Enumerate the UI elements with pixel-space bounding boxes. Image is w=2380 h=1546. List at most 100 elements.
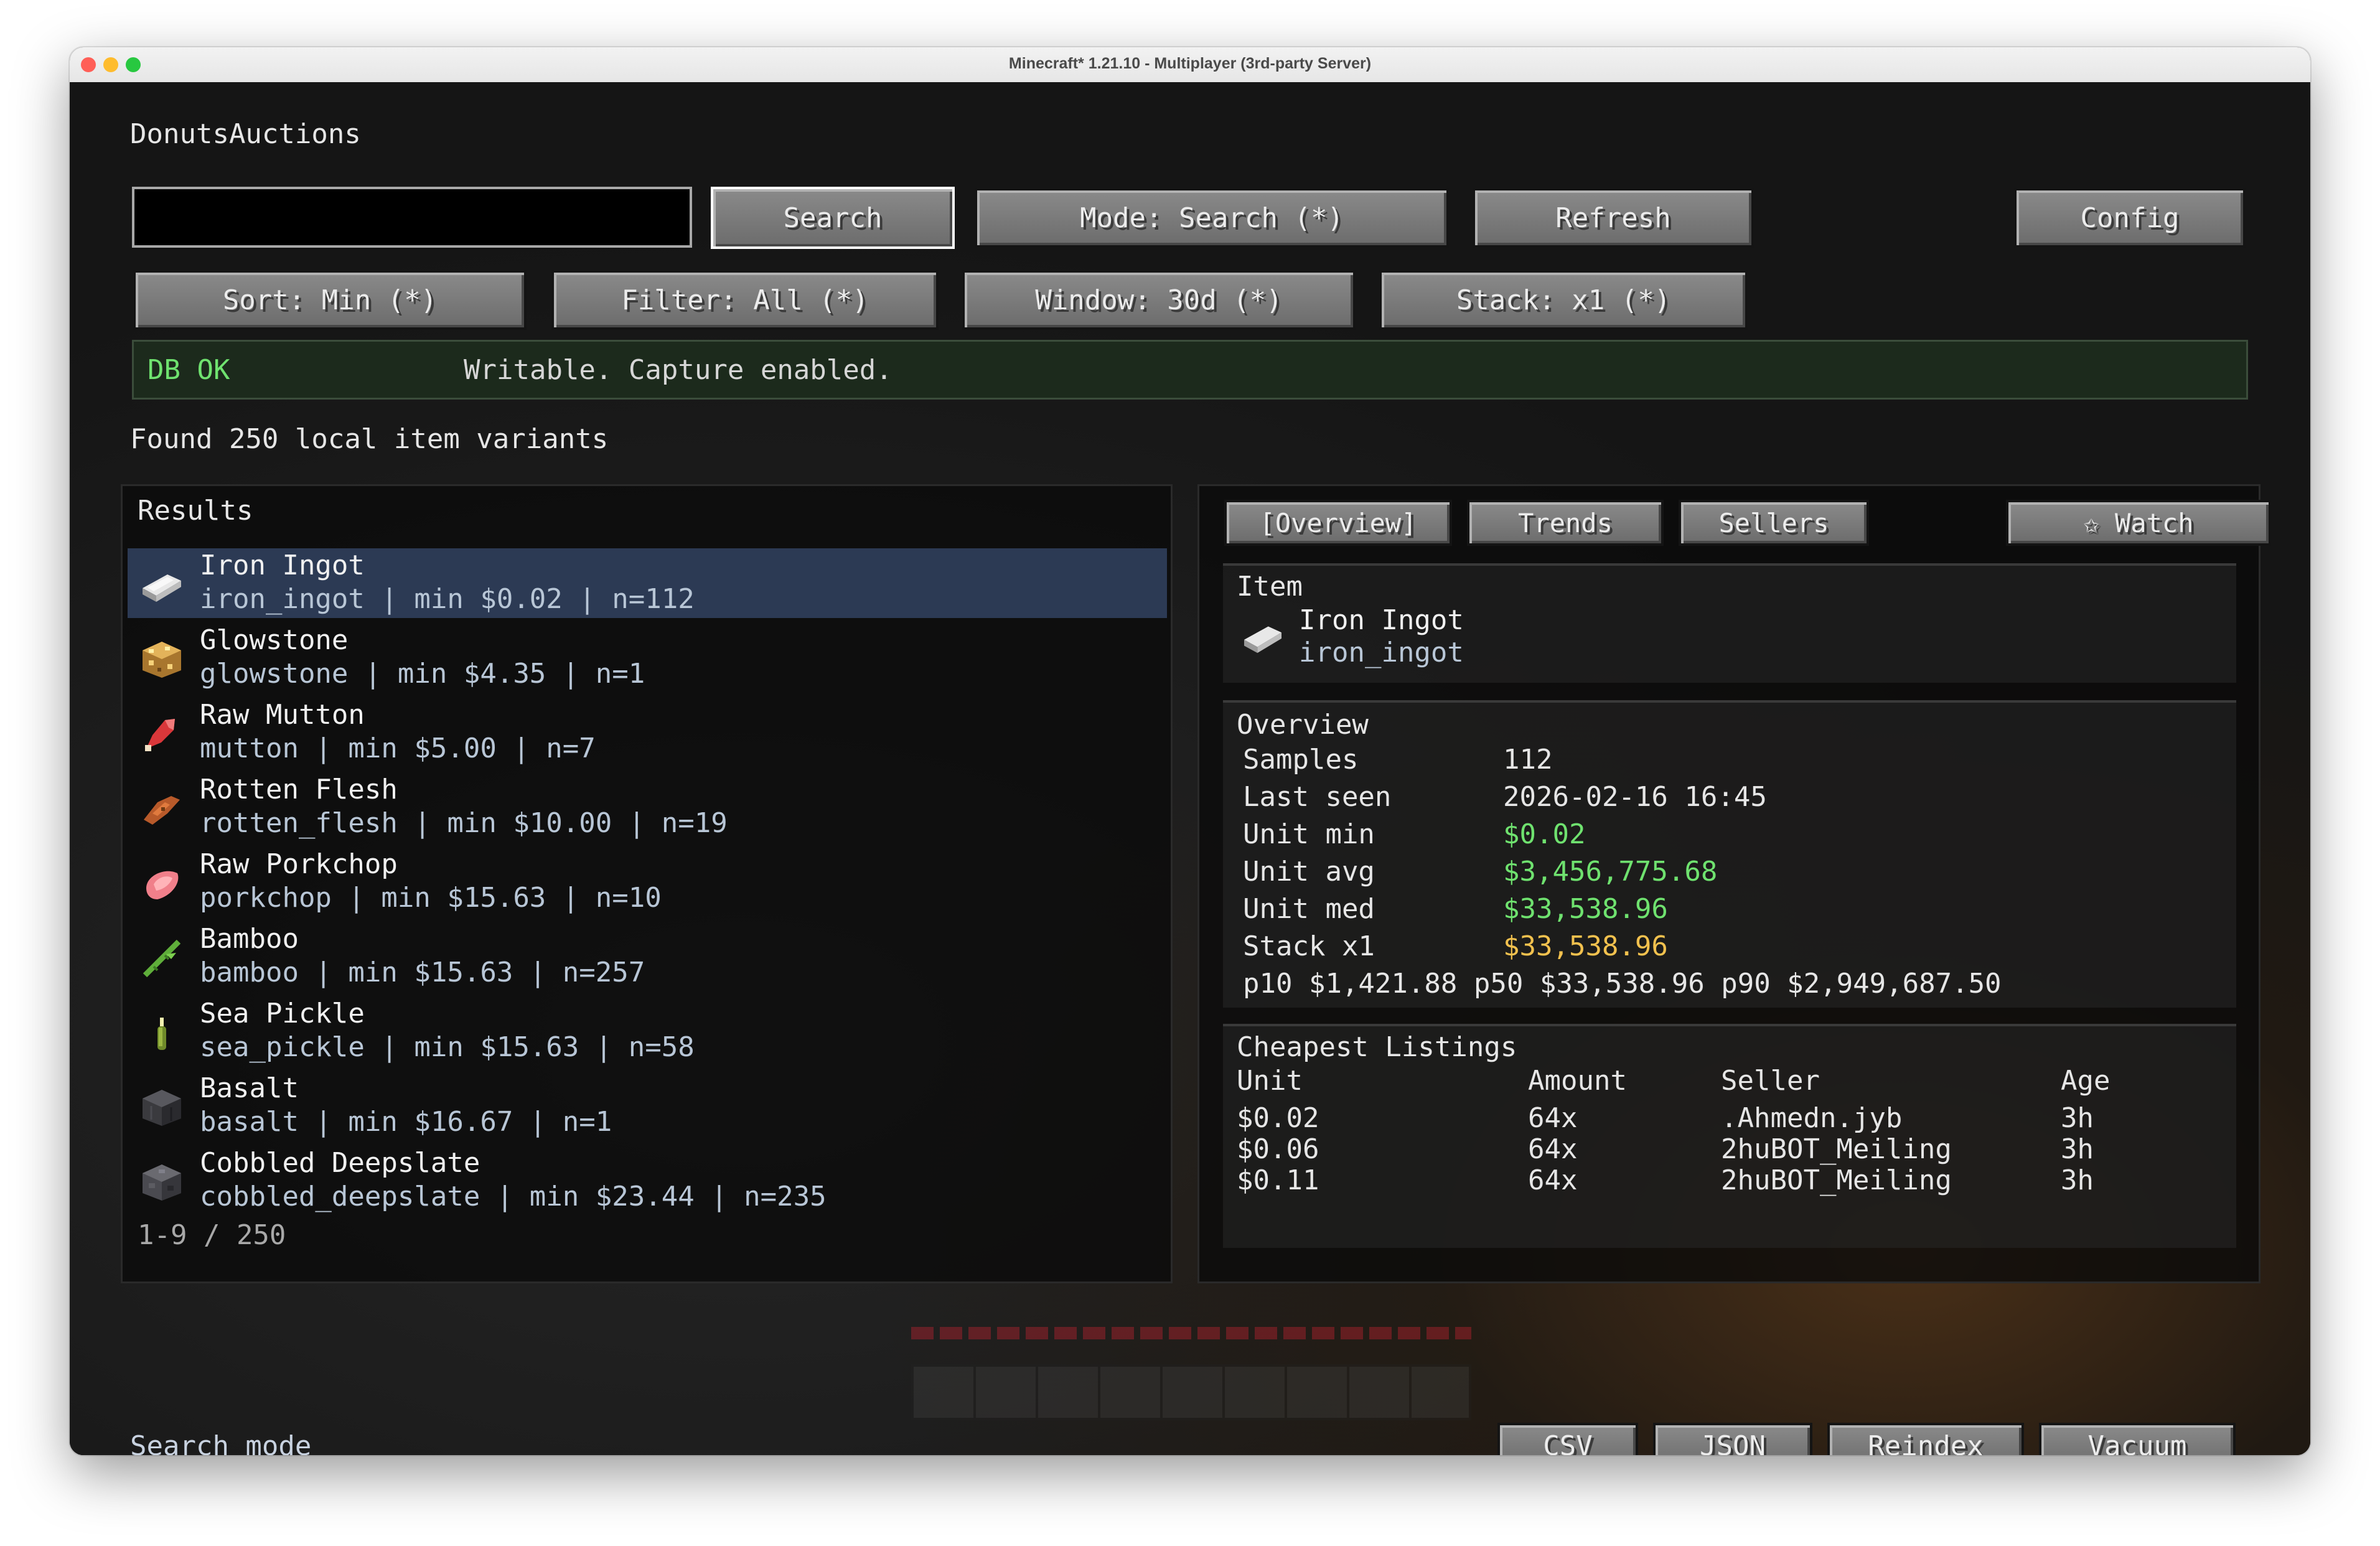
col-header-unit: Unit (1237, 1065, 1303, 1097)
iron-ingot-icon (1244, 626, 1282, 654)
iron-ingot-icon (143, 574, 181, 602)
csv-export-button[interactable]: CSV (1497, 1423, 1638, 1455)
reindex-button[interactable]: Reindex (1827, 1423, 2024, 1455)
game-view: DonutsAuctions Search Mode: Search (*) R… (70, 82, 2310, 1455)
listings-section: Cheapest Listings Unit Amount Seller Age… (1223, 1024, 2236, 1248)
listing-age: 3h (2061, 1102, 2094, 1134)
list-item[interactable]: Basalt basalt | min $16.67 | n=1 (128, 1071, 1167, 1141)
listing-seller: 2huBOT_Meiling (1721, 1164, 1952, 1196)
search-input[interactable] (132, 187, 692, 248)
listing-seller: .Ahmedn.jyb (1721, 1102, 1903, 1134)
watch-button[interactable]: ✩ Watch (2006, 500, 2271, 546)
item-summary: iron_ingot | min $0.02 | n=112 (200, 583, 695, 615)
list-item[interactable]: Raw Mutton mutton | min $5.00 | n=7 (128, 698, 1167, 767)
list-item[interactable]: Rotten Flesh rotten_flesh | min $10.00 |… (128, 772, 1167, 842)
results-count: Found 250 local item variants (130, 423, 609, 455)
bamboo-icon (143, 939, 181, 978)
pagination-label: 1-9 / 250 (138, 1219, 286, 1251)
unit-avg-label: Unit avg (1243, 856, 1375, 888)
cobbled-deepslate-icon (143, 1164, 181, 1201)
item-name: Glowstone (200, 624, 349, 656)
page-title: DonutsAuctions (130, 118, 361, 150)
samples-value: 112 (1503, 744, 1553, 775)
stack-label: Stack x1 (1243, 930, 1375, 962)
listings-heading: Cheapest Listings (1237, 1031, 1517, 1063)
last-seen-label: Last seen (1243, 781, 1392, 813)
listing-unit: $0.02 (1237, 1102, 1319, 1134)
mode-button[interactable]: Mode: Search (*) (975, 188, 1449, 248)
config-button[interactable]: Config (2014, 188, 2246, 248)
overview-section: Overview Samples 112 Last seen 2026-02-1… (1223, 700, 2236, 1008)
list-item[interactable]: Iron Ingot iron_ingot | min $0.02 | n=11… (128, 548, 1167, 618)
percentiles-line: p10 $1,421.88 p50 $33,538.96 p90 $2,949,… (1243, 968, 2002, 1000)
unit-avg-value: $3,456,775.68 (1503, 856, 1718, 888)
list-item[interactable]: Sea Pickle sea_pickle | min $15.63 | n=5… (128, 996, 1167, 1066)
item-heading: Item (1237, 571, 1303, 602)
listing-age: 3h (2061, 1133, 2094, 1165)
unit-med-label: Unit med (1243, 893, 1375, 925)
json-export-button[interactable]: JSON (1653, 1423, 1812, 1455)
health-bar (911, 1327, 1471, 1339)
item-name: Basalt (200, 1072, 299, 1104)
listing-unit: $0.06 (1237, 1133, 1319, 1165)
window-title: Minecraft* 1.21.10 - Multiplayer (3rd-pa… (1008, 55, 1372, 72)
filter-button[interactable]: Filter: All (*) (551, 270, 939, 330)
item-id: iron_ingot (1299, 637, 1464, 668)
stack-button[interactable]: Stack: x1 (*) (1379, 270, 1748, 330)
listing-seller: 2huBOT_Meiling (1721, 1133, 1952, 1165)
vacuum-button[interactable]: Vacuum (2039, 1423, 2236, 1455)
list-item[interactable]: Bamboo bamboo | min $15.63 | n=257 (128, 922, 1167, 991)
glowstone-icon (143, 642, 181, 678)
tab-trends[interactable]: Trends (1467, 500, 1664, 546)
col-header-age: Age (2061, 1065, 2111, 1097)
list-item[interactable]: Cobbled Deepslate cobbled_deepslate | mi… (128, 1146, 1167, 1216)
hotbar-slots (911, 1364, 1471, 1420)
listing-amount: 64x (1528, 1164, 1578, 1196)
item-summary: rotten_flesh | min $10.00 | n=19 (200, 807, 728, 839)
item-name: Sea Pickle (200, 998, 365, 1029)
basalt-icon (143, 1090, 181, 1126)
game-hotbar (911, 1327, 1471, 1420)
item-summary: mutton | min $5.00 | n=7 (200, 733, 596, 764)
listing-amount: 64x (1528, 1102, 1578, 1134)
results-panel: Results Iron Ingot iron_ingot | min $0.0… (121, 484, 1173, 1283)
item-name: Iron Ingot (200, 550, 365, 581)
status-badge: DB OK (148, 354, 230, 386)
list-item[interactable]: Raw Porkchop porkchop | min $15.63 | n=1… (128, 847, 1167, 917)
listing-amount: 64x (1528, 1133, 1578, 1165)
sea-pickle-icon (157, 1018, 166, 1050)
item-summary: bamboo | min $15.63 | n=257 (200, 957, 645, 988)
sort-button[interactable]: Sort: Min (*) (133, 270, 527, 330)
tab-overview[interactable]: [Overview] (1224, 500, 1452, 546)
item-name: Rotten Flesh (200, 774, 398, 805)
refresh-button[interactable]: Refresh (1473, 188, 1754, 248)
item-name: Iron Ingot (1299, 604, 1464, 636)
window-button[interactable]: Window: 30d (*) (962, 270, 1356, 330)
overview-heading: Overview (1237, 709, 1369, 741)
rotten-flesh-icon (144, 796, 180, 825)
col-header-seller: Seller (1721, 1065, 1820, 1097)
item-name: Bamboo (200, 923, 299, 955)
item-summary: sea_pickle | min $15.63 | n=58 (200, 1031, 695, 1063)
list-item[interactable]: Glowstone glowstone | min $4.35 | n=1 (128, 623, 1167, 693)
item-summary: cobbled_deepslate | min $23.44 | n=235 (200, 1181, 827, 1212)
raw-mutton-icon (145, 719, 175, 751)
window-titlebar: Minecraft* 1.21.10 - Multiplayer (3rd-pa… (70, 47, 2310, 83)
search-button[interactable]: Search (711, 187, 955, 249)
last-seen-value: 2026-02-16 16:45 (1503, 781, 1767, 813)
results-title: Results (138, 495, 253, 527)
app-window: Minecraft* 1.21.10 - Multiplayer (3rd-pa… (70, 47, 2310, 1455)
unit-min-label: Unit min (1243, 818, 1375, 850)
item-name: Cobbled Deepslate (200, 1147, 480, 1179)
listing-unit: $0.11 (1237, 1164, 1319, 1196)
listing-age: 3h (2061, 1164, 2094, 1196)
status-message: Writable. Capture enabled. (464, 354, 892, 386)
item-name: Raw Mutton (200, 699, 365, 731)
raw-porkchop-icon (146, 871, 179, 899)
col-header-amount: Amount (1528, 1065, 1627, 1097)
db-status-bar: DB OK Writable. Capture enabled. (132, 340, 2248, 400)
tab-sellers[interactable]: Sellers (1679, 500, 1869, 546)
detail-panel: [Overview] Trends Sellers ✩ Watch Item I… (1197, 484, 2271, 1283)
item-name: Raw Porkchop (200, 848, 398, 880)
stack-value: $33,538.96 (1503, 930, 1668, 962)
